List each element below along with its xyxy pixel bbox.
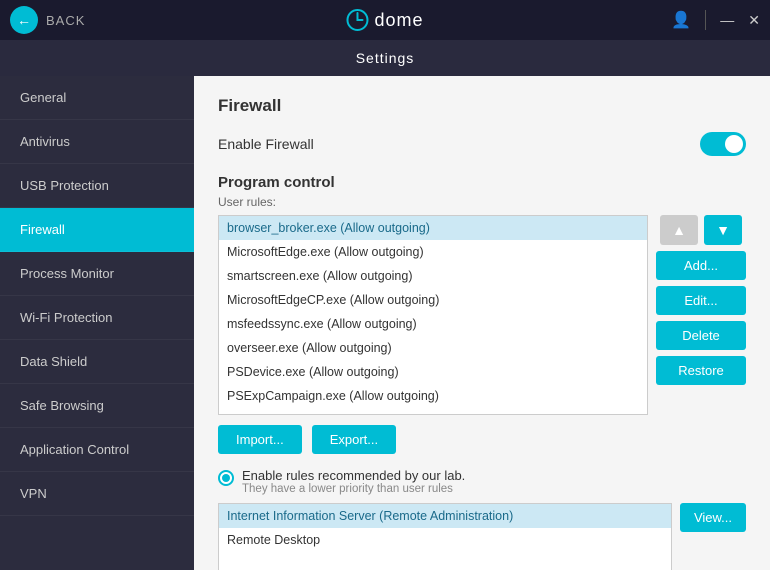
rule-item[interactable]: msfeedssync.exe (Allow outgoing) xyxy=(219,312,647,336)
edit-button[interactable]: Edit... xyxy=(656,286,746,315)
lab-rules-radio[interactable] xyxy=(218,470,234,486)
sidebar-item-general[interactable]: General xyxy=(0,76,194,120)
minimize-button[interactable]: — xyxy=(720,12,734,28)
sidebar-item-safe-browsing[interactable]: Safe Browsing xyxy=(0,384,194,428)
back-label: BACK xyxy=(46,13,85,28)
delete-button[interactable]: Delete xyxy=(656,321,746,350)
sidebar-item-firewall[interactable]: Firewall xyxy=(0,208,194,252)
import-button[interactable]: Import... xyxy=(218,425,302,454)
arrow-row: ▲ ▼ xyxy=(656,215,746,245)
titlebar-center: dome xyxy=(346,9,423,31)
rule-item[interactable]: overseer.exe (Allow outgoing) xyxy=(219,336,647,360)
recommended-rules-list[interactable]: Internet Information Server (Remote Admi… xyxy=(218,503,672,570)
rule-item[interactable]: browser_broker.exe (Allow outgoing) xyxy=(219,216,647,240)
user-rules-list[interactable]: browser_broker.exe (Allow outgoing) Micr… xyxy=(218,215,648,415)
rule-item[interactable]: OneDrive.exe (Allow outgoing) xyxy=(219,408,647,415)
page-title: Settings xyxy=(356,50,415,66)
divider xyxy=(705,10,706,30)
titlebar: ← BACK dome 👤 — ✕ xyxy=(0,0,770,40)
firewall-toggle[interactable] xyxy=(700,132,746,156)
user-icon[interactable]: 👤 xyxy=(671,10,691,30)
export-button[interactable]: Export... xyxy=(312,425,396,454)
import-export-row: Import... Export... xyxy=(218,425,746,454)
rule-item[interactable]: PSDevice.exe (Allow outgoing) xyxy=(219,360,647,384)
titlebar-left: ← BACK xyxy=(10,6,85,34)
close-button[interactable]: ✕ xyxy=(748,12,760,29)
sidebar-item-usb-protection[interactable]: USB Protection xyxy=(0,164,194,208)
recommended-row-area: Internet Information Server (Remote Admi… xyxy=(218,503,746,570)
user-rules-label: User rules: xyxy=(218,195,746,209)
enable-firewall-label: Enable Firewall xyxy=(218,136,314,152)
enable-firewall-row: Enable Firewall xyxy=(218,132,746,156)
rule-item[interactable]: PSExpCampaign.exe (Allow outgoing) xyxy=(219,384,647,408)
back-arrow-icon: ← xyxy=(17,12,31,28)
lab-rules-subtext: They have a lower priority than user rul… xyxy=(242,483,465,495)
rules-area: browser_broker.exe (Allow outgoing) Micr… xyxy=(218,215,746,415)
content-area: Firewall Enable Firewall Program control… xyxy=(194,76,770,570)
rec-item[interactable]: Internet Information Server (Remote Admi… xyxy=(219,504,671,528)
lab-rules-text-block: Enable rules recommended by our lab. The… xyxy=(242,468,465,495)
titlebar-right: 👤 — ✕ xyxy=(671,10,760,30)
brand-name: dome xyxy=(374,10,423,31)
view-button[interactable]: View... xyxy=(680,503,746,532)
sidebar-item-antivirus[interactable]: Antivirus xyxy=(0,120,194,164)
sidebar-item-vpn[interactable]: VPN xyxy=(0,472,194,516)
section-title: Firewall xyxy=(218,96,746,116)
rule-item[interactable]: smartscreen.exe (Allow outgoing) xyxy=(219,264,647,288)
sidebar: General Antivirus USB Protection Firewal… xyxy=(0,76,194,570)
rules-buttons: ▲ ▼ Add... Edit... Delete Restore xyxy=(656,215,746,415)
sidebar-item-application-control[interactable]: Application Control xyxy=(0,428,194,472)
move-down-button[interactable]: ▼ xyxy=(704,215,742,245)
sidebar-item-data-shield[interactable]: Data Shield xyxy=(0,340,194,384)
rule-item[interactable]: MicrosoftEdgeCP.exe (Allow outgoing) xyxy=(219,288,647,312)
sidebar-item-process-monitor[interactable]: Process Monitor xyxy=(0,252,194,296)
add-button[interactable]: Add... xyxy=(656,251,746,280)
sidebar-item-wifi-protection[interactable]: Wi-Fi Protection xyxy=(0,296,194,340)
brand-logo-icon xyxy=(346,9,368,31)
rec-item[interactable]: Remote Desktop xyxy=(219,528,671,552)
rule-item[interactable]: MicrosoftEdge.exe (Allow outgoing) xyxy=(219,240,647,264)
move-up-button[interactable]: ▲ xyxy=(660,215,698,245)
back-button[interactable]: ← xyxy=(10,6,38,34)
restore-button[interactable]: Restore xyxy=(656,356,746,385)
page-header: Settings xyxy=(0,40,770,76)
program-control-title: Program control xyxy=(218,174,746,191)
lab-rules-text: Enable rules recommended by our lab. xyxy=(242,468,465,483)
lab-rules-row: Enable rules recommended by our lab. The… xyxy=(218,468,746,495)
main-layout: General Antivirus USB Protection Firewal… xyxy=(0,76,770,570)
